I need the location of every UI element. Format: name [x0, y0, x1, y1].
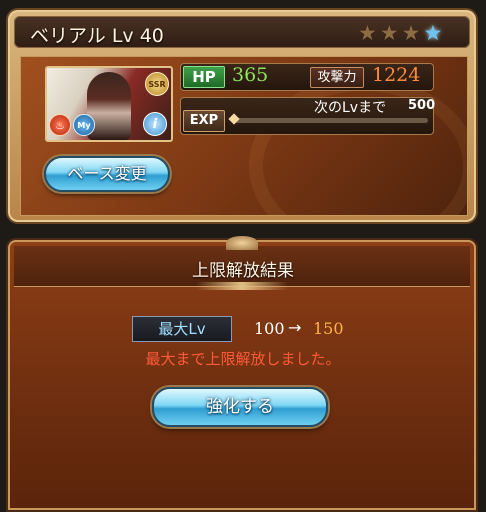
star-icon-lit: ★	[423, 21, 443, 45]
result-message: 最大まで上限解放しました。	[145, 350, 341, 368]
next-level-label: 次のLvまで	[314, 100, 387, 116]
base-change-button[interactable]: ベース変更	[44, 156, 170, 192]
fire-element-icon: ♨	[49, 114, 71, 136]
exp-progress-bar	[232, 118, 428, 123]
character-name: ベリアル Lv 40	[30, 25, 164, 47]
ssr-badge: SSR	[145, 72, 169, 96]
ornament-icon	[226, 236, 258, 250]
star-icon: ★	[379, 21, 399, 45]
result-title: 上限解放結果	[192, 261, 294, 281]
attack-label: 攻撃力	[310, 67, 364, 88]
level-to: 150	[313, 319, 344, 338]
exp-label: EXP	[183, 110, 225, 132]
header-divider	[196, 282, 288, 290]
max-level-label: 最大Lv	[132, 316, 232, 342]
enhance-button[interactable]: 強化する	[152, 387, 328, 427]
hp-value: 365	[232, 64, 269, 86]
info-icon[interactable]: i	[143, 112, 167, 136]
star-icon: ★	[358, 21, 377, 45]
rarity-stars: ★ ★ ★ ★	[358, 22, 442, 46]
next-level-value: 500	[408, 98, 436, 113]
attack-value: 1224	[372, 64, 421, 86]
my-badge-icon: My	[73, 114, 95, 136]
star-icon: ★	[401, 21, 421, 45]
arrow-right-icon: →	[288, 318, 302, 337]
character-portrait[interactable]: SSR ♨ My i	[45, 66, 173, 142]
hp-label: HP	[183, 66, 225, 88]
level-from: 100	[254, 319, 285, 338]
